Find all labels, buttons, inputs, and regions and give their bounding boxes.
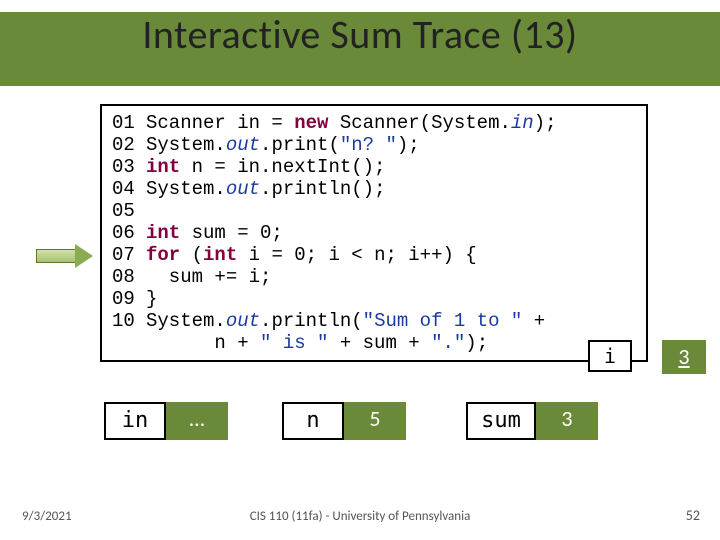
code-line: 04System.out.println(); — [112, 178, 636, 200]
code-line: 08 sum += i; — [112, 266, 636, 288]
var-in-label: in — [104, 402, 166, 440]
var-in-value: … — [166, 402, 228, 440]
var-n-label: n — [282, 402, 344, 440]
var-sum-value: 3 — [536, 402, 598, 440]
var-sum-label: sum — [466, 402, 536, 440]
current-line-arrow — [36, 244, 94, 268]
code-line: 01Scanner in = new Scanner(System.in); — [112, 112, 636, 134]
code-line: 10System.out.println("Sum of 1 to " + — [112, 310, 636, 332]
code-listing: 01Scanner in = new Scanner(System.in);02… — [100, 104, 648, 362]
code-line: 07for (int i = 0; i < n; i++) { — [112, 244, 636, 266]
code-line: 06int sum = 0; — [112, 222, 636, 244]
var-i-label: i — [588, 340, 632, 372]
code-line: 02System.out.print("n? "); — [112, 134, 636, 156]
code-line: 03int n = in.nextInt(); — [112, 156, 636, 178]
slide-footer: CIS 110 (11fa) - University of Pennsylva… — [0, 509, 720, 524]
slide-title: Interactive Sum Trace (13) — [0, 10, 720, 59]
code-line: n + " is " + sum + "."); — [112, 332, 636, 354]
var-i-value: 3 — [662, 340, 706, 374]
code-line: 09} — [112, 288, 636, 310]
code-line: 05 — [112, 200, 636, 222]
var-n-value: 5 — [344, 402, 406, 440]
slide-number: 52 — [686, 507, 700, 524]
